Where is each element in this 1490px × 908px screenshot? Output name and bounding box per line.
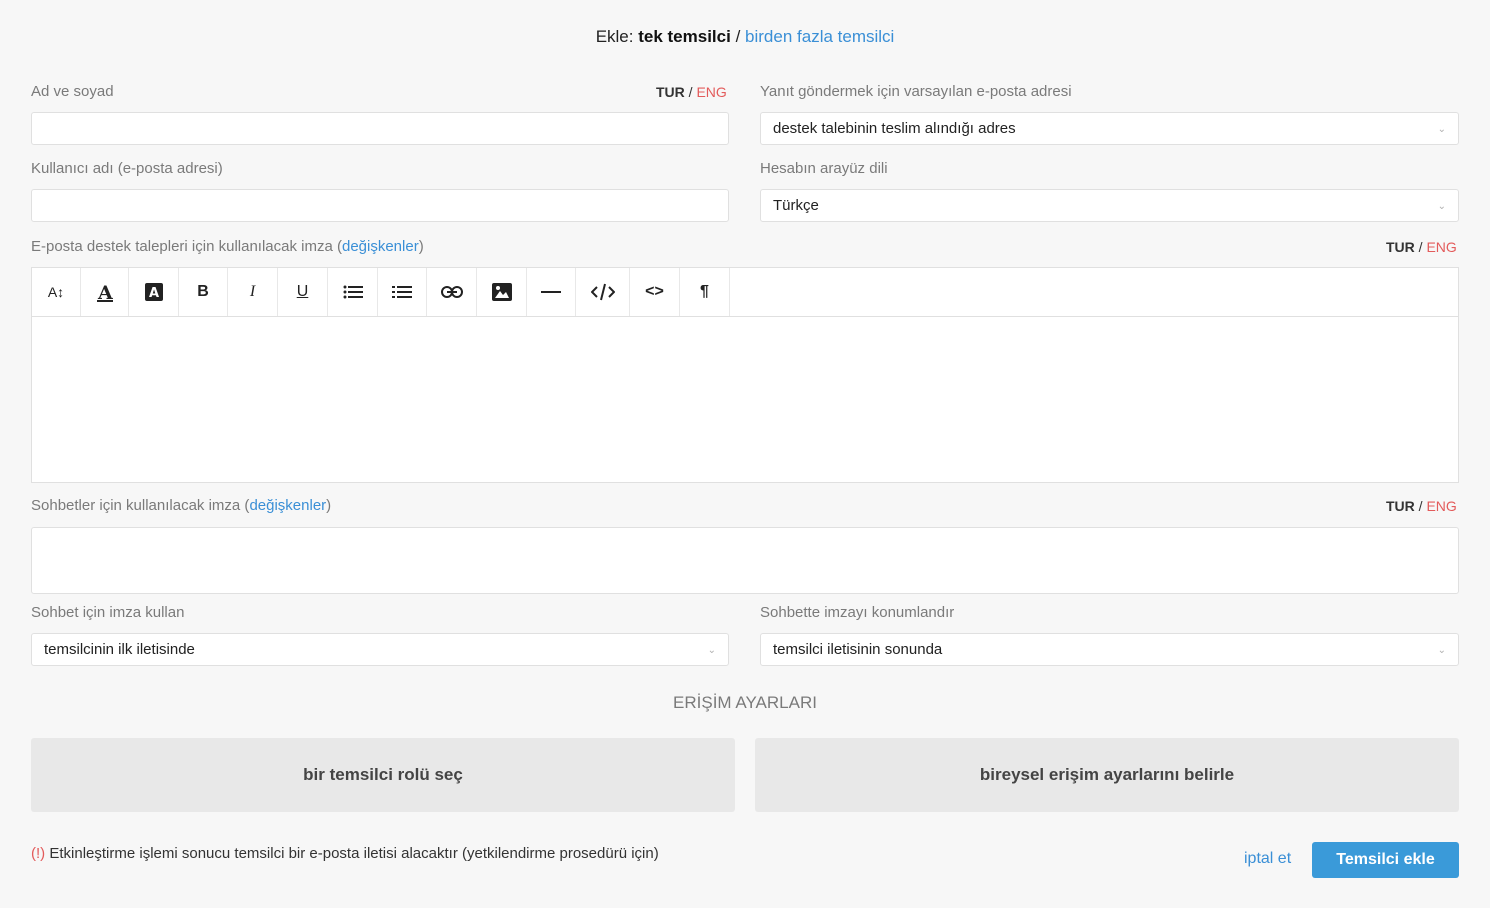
cancel-link[interactable]: iptal et bbox=[1244, 850, 1291, 868]
font-color-button[interactable]: A bbox=[81, 268, 129, 316]
username-label: Kullanıcı adı (e-posta adresi) bbox=[31, 160, 223, 177]
numbered-list-icon bbox=[392, 286, 412, 298]
link-icon bbox=[440, 286, 463, 298]
svg-text:A: A bbox=[149, 286, 159, 301]
underline-button[interactable]: U bbox=[278, 268, 328, 316]
email-signature-label: E-posta destek talepleri için kullanılac… bbox=[31, 238, 424, 255]
lang-tur[interactable]: TUR bbox=[656, 84, 685, 100]
reply-email-value: destek talebinin teslim alındığı adres bbox=[773, 120, 1016, 137]
chevron-down-icon: ⌄ bbox=[1437, 124, 1446, 135]
font-color-icon: A bbox=[96, 282, 113, 302]
italic-icon: I bbox=[249, 283, 256, 300]
image-button[interactable] bbox=[477, 268, 527, 316]
horizontal-rule-button[interactable] bbox=[527, 268, 576, 316]
add-agent-button[interactable]: Temsilci ekle bbox=[1312, 842, 1459, 878]
reply-email-label: Yanıt göndermek için varsayılan e-posta … bbox=[760, 83, 1072, 100]
header-separator: / bbox=[735, 27, 741, 46]
paragraph-icon: ¶ bbox=[700, 283, 709, 300]
email-signature-lang-switch: TUR / ENG bbox=[1386, 239, 1457, 255]
font-size-icon: A↕ bbox=[47, 284, 65, 300]
link-button[interactable] bbox=[427, 268, 477, 316]
italic-button[interactable]: I bbox=[228, 268, 278, 316]
chat-signature-label: Sohbetler için kullanılacak imza (değişk… bbox=[31, 497, 332, 514]
lang-tur[interactable]: TUR bbox=[1386, 498, 1415, 514]
signature-position-select[interactable]: temsilci iletisinin sonunda ⌄ bbox=[760, 633, 1459, 666]
chat-signature-textarea[interactable] bbox=[31, 527, 1459, 594]
use-signature-value: temsilcinin ilk iletisinde bbox=[44, 641, 195, 658]
source-code-button[interactable] bbox=[576, 268, 630, 316]
access-settings-title: ERİŞİM AYARLARI bbox=[673, 693, 817, 712]
mode-multiple-agents-link[interactable]: birden fazla temsilci bbox=[745, 27, 894, 46]
chevron-down-icon: ⌄ bbox=[707, 645, 716, 656]
bold-icon: B bbox=[197, 283, 209, 300]
page-header: Ekle: tek temsilci / birden fazla temsil… bbox=[0, 27, 1490, 47]
reply-email-select[interactable]: destek talebinin teslim alındığı adres ⌄ bbox=[760, 112, 1459, 145]
email-variables-link[interactable]: değişkenler bbox=[342, 238, 419, 255]
bulleted-list-icon bbox=[343, 285, 363, 299]
background-color-button[interactable]: A bbox=[129, 268, 179, 316]
header-prefix: Ekle: bbox=[595, 27, 634, 46]
lang-eng[interactable]: ENG bbox=[1426, 239, 1456, 255]
ui-lang-value: Türkçe bbox=[773, 197, 819, 214]
lang-eng[interactable]: ENG bbox=[696, 84, 726, 100]
activation-notice: (!) Etkinleştirme işlemi sonucu temsilci… bbox=[31, 845, 659, 862]
use-signature-label: Sohbet için imza kullan bbox=[31, 604, 185, 621]
code-icon: <> bbox=[645, 283, 664, 300]
email-signature-editor[interactable]: A↕ A A B I U <> ¶ bbox=[31, 267, 1459, 483]
paragraph-button[interactable]: ¶ bbox=[680, 268, 730, 316]
mode-single-agent: tek temsilci bbox=[638, 27, 731, 46]
ui-lang-select[interactable]: Türkçe ⌄ bbox=[760, 189, 1459, 222]
chevron-down-icon: ⌄ bbox=[1437, 201, 1446, 212]
lang-tur[interactable]: TUR bbox=[1386, 239, 1415, 255]
editor-toolbar: A↕ A A B I U <> ¶ bbox=[32, 268, 1458, 317]
horizontal-rule-icon bbox=[541, 291, 561, 293]
individual-access-button[interactable]: bireysel erişim ayarlarını belirle bbox=[755, 738, 1459, 812]
source-code-icon bbox=[590, 283, 615, 301]
svg-text:A: A bbox=[97, 282, 113, 302]
select-role-button[interactable]: bir temsilci rolü seç bbox=[31, 738, 735, 812]
signature-position-label: Sohbette imzayı konumlandır bbox=[760, 604, 955, 621]
font-size-button[interactable]: A↕ bbox=[32, 268, 81, 316]
bulleted-list-button[interactable] bbox=[328, 268, 378, 316]
chat-variables-link[interactable]: değişkenler bbox=[249, 497, 326, 514]
name-label: Ad ve soyad bbox=[31, 83, 114, 100]
underline-icon: U bbox=[296, 283, 309, 300]
background-color-icon: A bbox=[144, 283, 163, 301]
use-signature-select[interactable]: temsilcinin ilk iletisinde ⌄ bbox=[31, 633, 729, 666]
bold-button[interactable]: B bbox=[179, 268, 228, 316]
warning-mark: (!) bbox=[31, 845, 46, 862]
numbered-list-button[interactable] bbox=[378, 268, 427, 316]
code-button[interactable]: <> bbox=[630, 268, 680, 316]
chevron-down-icon: ⌄ bbox=[1437, 645, 1446, 656]
name-input[interactable] bbox=[31, 112, 729, 145]
ui-lang-label: Hesabın arayüz dili bbox=[760, 160, 888, 177]
name-lang-switch: TUR / ENG bbox=[656, 84, 727, 100]
lang-eng[interactable]: ENG bbox=[1426, 498, 1456, 514]
signature-position-value: temsilci iletisinin sonunda bbox=[773, 641, 943, 658]
username-input[interactable] bbox=[31, 189, 729, 222]
image-icon bbox=[491, 283, 512, 301]
chat-signature-lang-switch: TUR / ENG bbox=[1386, 498, 1457, 514]
